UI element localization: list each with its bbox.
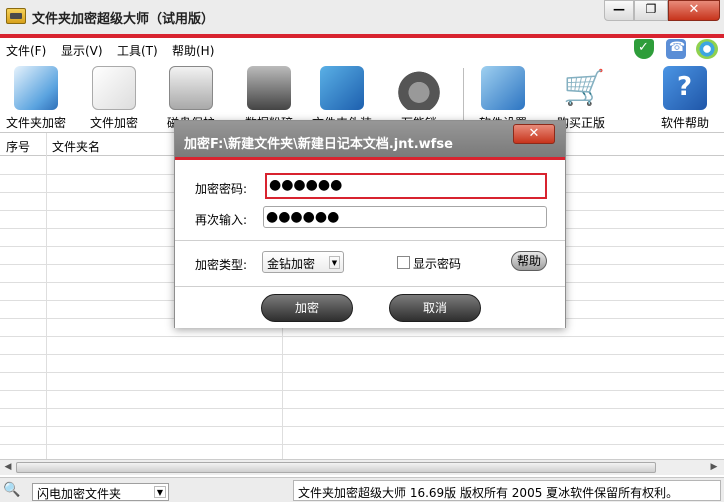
row-divider — [0, 390, 724, 391]
chevron-down-icon[interactable]: ▼ — [154, 486, 166, 498]
encrypt-mode-value: 闪电加密文件夹 — [37, 487, 122, 501]
scrollbar-thumb[interactable] — [16, 462, 656, 473]
encrypt-mode-select[interactable]: 闪电加密文件夹 ▼ — [32, 483, 169, 501]
password-label: 加密密码: — [195, 182, 248, 196]
app-icon — [6, 8, 26, 24]
copyright-text: 文件夹加密超级大师 16.69版 版权所有 2005 夏冰软件保留所有权利。 — [298, 486, 679, 500]
scroll-right-icon[interactable]: ▶ — [708, 462, 720, 472]
menu-file[interactable]: 文件(F) — [6, 42, 46, 59]
row-divider — [0, 372, 724, 373]
confirm-password-field[interactable]: ●●●●●● — [263, 206, 547, 228]
encrypt-type-value: 金钻加密 — [267, 257, 316, 271]
menu-bar: 文件(F) 显示(V) 工具(T) 帮助(H) — [0, 38, 724, 62]
toolbar-folder-encrypt[interactable]: 文件夹加密 — [0, 62, 72, 132]
cancel-button[interactable]: 取消 — [389, 294, 481, 322]
data-shred-icon — [247, 66, 291, 110]
toolbar-help[interactable]: 软件帮助 — [649, 62, 721, 132]
column-header-folder-name[interactable]: 文件夹名 — [52, 138, 100, 156]
show-password-label[interactable]: 显示密码 — [413, 255, 461, 272]
close-icon: ✕ — [528, 126, 540, 141]
help-icon — [663, 66, 707, 110]
toolbar-label: 软件帮助 — [660, 116, 709, 130]
dialog-divider — [175, 286, 565, 287]
password-field[interactable]: ●●●●●● — [265, 173, 547, 199]
menu-view[interactable]: 显示(V) — [61, 42, 103, 59]
column-divider — [46, 133, 47, 461]
scroll-left-icon[interactable]: ◀ — [2, 462, 14, 472]
encrypt-button[interactable]: 加密 — [261, 294, 353, 322]
confirm-password-label: 再次输入: — [195, 213, 248, 227]
settings-icon — [481, 66, 525, 110]
help-button[interactable]: 帮助 — [511, 251, 547, 271]
flower-icon[interactable] — [696, 39, 718, 59]
status-panel: 文件夹加密超级大师 16.69版 版权所有 2005 夏冰软件保留所有权利。 — [293, 480, 721, 501]
close-button[interactable]: ✕ — [668, 0, 720, 21]
dialog-close-button[interactable]: ✕ — [513, 124, 555, 144]
column-header-index[interactable]: 序号 — [6, 138, 30, 156]
horizontal-scrollbar[interactable]: ◀ ▶ — [0, 459, 724, 475]
toolbar-file-encrypt[interactable]: 文件加密 — [78, 62, 150, 132]
toolbar-label: 文件夹加密 — [5, 116, 66, 130]
title-bar: 文件夹加密超级大师（试用版） — ❐ ✕ — [0, 0, 724, 34]
menu-help[interactable]: 帮助(H) — [172, 42, 214, 59]
maximize-button[interactable]: ❐ — [634, 0, 668, 21]
status-bar: 闪电加密文件夹 ▼ 文件夹加密超级大师 16.69版 版权所有 2005 夏冰软… — [0, 477, 724, 502]
disk-protect-icon — [169, 66, 213, 110]
search-icon — [3, 482, 25, 500]
shield-icon[interactable] — [634, 39, 654, 59]
encrypt-type-label: 加密类型: — [195, 258, 248, 272]
row-divider — [0, 336, 724, 337]
row-divider — [0, 444, 724, 445]
maximize-icon: ❐ — [645, 2, 657, 16]
phone-icon[interactable] — [666, 39, 686, 59]
lock-icon — [397, 66, 441, 110]
toolbar-separator — [463, 68, 464, 128]
menu-tools[interactable]: 工具(T) — [117, 42, 158, 59]
folder-encrypt-icon — [14, 66, 58, 110]
encrypt-type-select[interactable]: 金钻加密 ▼ — [262, 251, 344, 273]
minimize-button[interactable]: — — [604, 0, 634, 21]
cart-icon — [559, 66, 605, 110]
folder-disguise-icon — [320, 66, 364, 110]
show-password-checkbox[interactable] — [397, 256, 410, 269]
dialog-title-bar: 加密F:\新建文件夹\新建日记本文档.jnt.wfse ✕ — [175, 121, 565, 157]
row-divider — [0, 426, 724, 427]
dialog-title: 加密F:\新建文件夹\新建日记本文档.jnt.wfse — [184, 137, 453, 152]
row-divider — [0, 354, 724, 355]
window-title: 文件夹加密超级大师（试用版） — [32, 12, 215, 27]
dialog-body: 加密密码: ●●●●●● 再次输入: ●●●●●● 加密类型: 金钻加密 ▼ 显… — [175, 160, 565, 328]
toolbar-label: 文件加密 — [89, 116, 138, 130]
row-divider — [0, 408, 724, 409]
dialog-divider — [175, 240, 565, 241]
close-icon: ✕ — [688, 2, 700, 17]
minimize-icon: — — [613, 2, 625, 16]
file-encrypt-icon — [92, 66, 136, 110]
chevron-down-icon[interactable]: ▼ — [329, 256, 340, 269]
encrypt-dialog: 加密F:\新建文件夹\新建日记本文档.jnt.wfse ✕ 加密密码: ●●●●… — [174, 120, 566, 328]
